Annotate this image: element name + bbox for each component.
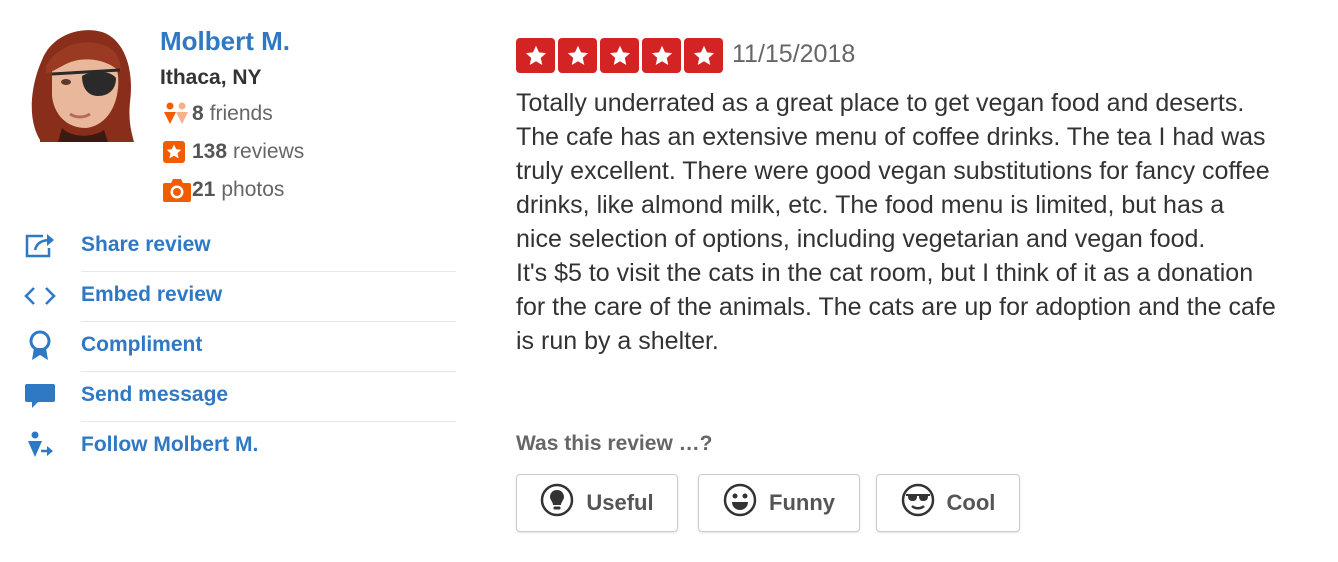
funny-label: Funny bbox=[769, 490, 835, 515]
user-name-link[interactable]: Molbert M. bbox=[160, 26, 290, 57]
compliment-label[interactable]: Compliment bbox=[81, 333, 202, 357]
follow-user-icon bbox=[22, 430, 58, 462]
review-actions: Share review Embed review Compliment Sen… bbox=[22, 222, 456, 472]
reviews-stat: 138 reviews bbox=[162, 139, 304, 165]
friends-stat: 8 friends bbox=[162, 101, 273, 127]
photos-label: photos bbox=[221, 178, 285, 201]
user-photo bbox=[22, 22, 138, 142]
follow-user-action[interactable]: Follow Molbert M. bbox=[22, 422, 456, 472]
review-text: Totally underrated as a great place to g… bbox=[516, 89, 1276, 355]
code-icon bbox=[22, 280, 58, 312]
award-icon bbox=[22, 330, 58, 362]
embed-review-label[interactable]: Embed review bbox=[81, 283, 222, 307]
photos-stat: 21 photos bbox=[162, 177, 284, 203]
share-icon bbox=[22, 230, 58, 262]
star-rating bbox=[516, 38, 723, 73]
rating-star-icon bbox=[600, 38, 639, 73]
send-message-action[interactable]: Send message bbox=[22, 372, 456, 422]
useful-label: Useful bbox=[586, 490, 654, 515]
reviews-label: reviews bbox=[233, 140, 305, 163]
send-message-label[interactable]: Send message bbox=[81, 383, 228, 407]
friends-count: 8 bbox=[192, 102, 204, 125]
sunglasses-face-icon bbox=[901, 483, 935, 523]
avatar[interactable] bbox=[22, 22, 138, 142]
friends-icon bbox=[162, 101, 192, 127]
message-icon bbox=[22, 380, 58, 412]
photos-count: 21 bbox=[192, 178, 216, 201]
compliment-action[interactable]: Compliment bbox=[22, 322, 456, 372]
rating-star-icon bbox=[516, 38, 555, 73]
rating-star-icon bbox=[684, 38, 723, 73]
friends-label: friends bbox=[209, 102, 273, 125]
review-star-icon bbox=[162, 139, 192, 165]
useful-button[interactable]: Useful bbox=[516, 474, 678, 532]
rating-star-icon bbox=[558, 38, 597, 73]
rating-star-icon bbox=[642, 38, 681, 73]
embed-review-action[interactable]: Embed review bbox=[22, 272, 456, 322]
camera-icon bbox=[162, 177, 192, 203]
review-date: 11/15/2018 bbox=[732, 40, 856, 68]
reviews-count: 138 bbox=[192, 140, 228, 163]
smiley-icon bbox=[723, 483, 757, 523]
share-review-action[interactable]: Share review bbox=[22, 222, 456, 272]
funny-button[interactable]: Funny bbox=[698, 474, 860, 532]
lightbulb-icon bbox=[540, 483, 574, 523]
share-review-label[interactable]: Share review bbox=[81, 233, 211, 257]
cool-label: Cool bbox=[946, 490, 996, 515]
cool-button[interactable]: Cool bbox=[876, 474, 1020, 532]
user-location: Ithaca, NY bbox=[160, 66, 262, 89]
vote-prompt: Was this review …? bbox=[516, 432, 713, 455]
follow-user-label[interactable]: Follow Molbert M. bbox=[81, 433, 258, 457]
